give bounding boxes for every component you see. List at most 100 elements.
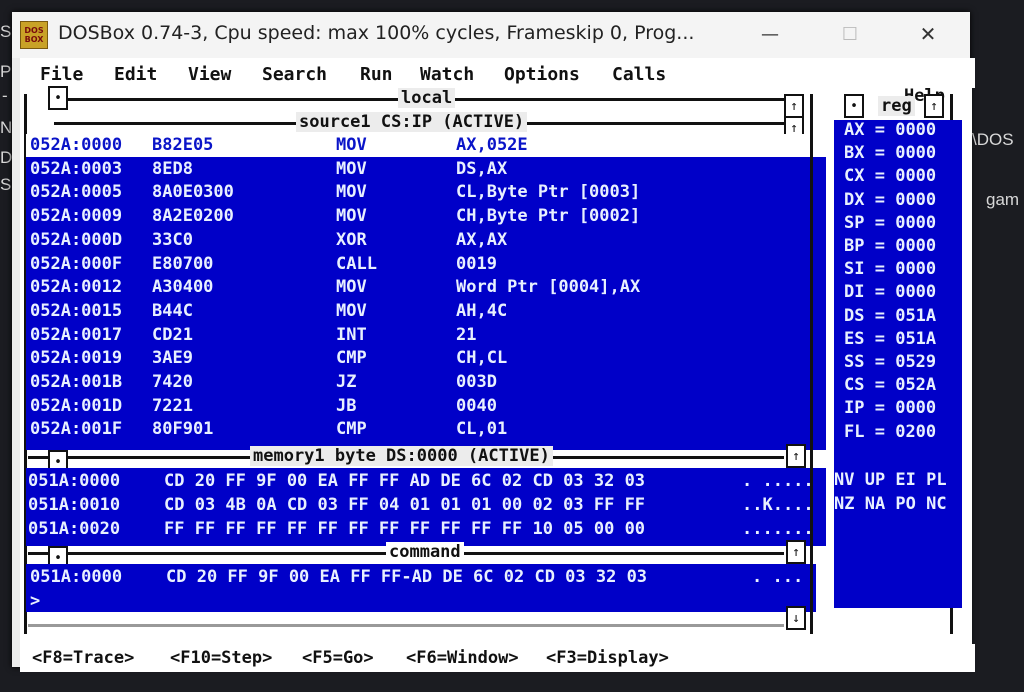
source-mn: JB	[336, 395, 357, 416]
source-mn: CMP	[336, 419, 367, 440]
close-button[interactable]: ✕	[908, 18, 948, 50]
register-name: IP	[844, 398, 865, 419]
command-scroll-down[interactable]: ↓	[786, 606, 806, 630]
source-bytes: 80F901	[152, 419, 214, 440]
source-bytes: 7420	[152, 372, 193, 392]
source-addr: 052A:0019	[30, 348, 123, 369]
fkey-display[interactable]: <F3=Display>	[546, 648, 669, 668]
source-line[interactable]: 052A:0000 B82E05 MOV AX,052E	[26, 134, 826, 157]
memory-row[interactable]: 051A:0020 FF FF FF FF FF FF FF FF FF FF F…	[26, 518, 826, 541]
source-mn: CMP	[336, 348, 367, 369]
register-di[interactable]: DI = 0000	[844, 282, 936, 302]
source-ops: Word Ptr [0004],AX	[456, 277, 641, 298]
source-mn: CALL	[336, 253, 377, 274]
source-addr: 052A:0017	[30, 324, 123, 345]
source-panel: 052A:0000 B82E05 MOV AX,052E 052A:0003 8ED8 MO…	[26, 134, 826, 450]
register-value: 0000	[895, 282, 937, 303]
maximize-button[interactable]: ☐	[830, 18, 870, 50]
memory-row[interactable]: 051A:0000 CD 20 FF 9F 00 EA FF FF AD DE 6…	[26, 470, 826, 493]
command-prompt[interactable]: >	[26, 590, 87, 613]
register-sp[interactable]: SP = 0000	[844, 213, 936, 233]
register-value: 0000	[895, 166, 937, 187]
register-fl[interactable]: FL = 0200	[844, 422, 936, 442]
command-panel[interactable]: 051A:0000 CD 20 FF 9F 00 EA FF FF-AD DE …	[26, 564, 816, 612]
register-ss[interactable]: SS = 0529	[844, 352, 936, 372]
local-scroll-up[interactable]: ↑	[784, 94, 804, 118]
source-addr: 052A:000D	[30, 229, 123, 250]
source-panel-title: source1 CS:IP (ACTIVE)	[296, 112, 528, 132]
reg-scroll-up[interactable]: ↑	[924, 94, 944, 118]
reg-scroll-handle[interactable]: •	[844, 94, 864, 118]
register-ax[interactable]: AX = 0000	[844, 120, 936, 140]
memory-row[interactable]: 051A:0010 CD 03 4B 0A CD 03 FF 04 01 01 0…	[26, 494, 826, 517]
menu-view[interactable]: View	[188, 64, 231, 85]
source-ops: 21	[456, 324, 477, 345]
memory-scroll-up[interactable]: ↑	[786, 444, 806, 468]
local-scroll-handle[interactable]: •	[48, 86, 68, 110]
function-key-bar: <F8=Trace> <F10=Step> <F5=Go> <F6=Window…	[20, 644, 975, 672]
source-mn: INT	[336, 324, 367, 345]
register-value: 0000	[895, 143, 937, 164]
register-name: SP	[844, 212, 865, 233]
source-line[interactable]: 052A:0003 8ED8 MOV DS,AX	[26, 158, 826, 181]
dosbox-app-icon: DOS BOX	[20, 21, 48, 49]
source-line[interactable]: 052A:0019 3AE9 CMP CH,CL	[26, 347, 826, 370]
source-addr: 052A:001B	[30, 372, 123, 392]
source-line[interactable]: 052A:0015 B44C MOV AH,4C	[26, 300, 826, 323]
source-line[interactable]: 052A:001D 7221 JB 0040	[26, 395, 826, 418]
register-name: DI	[844, 282, 865, 303]
menu-run[interactable]: Run	[360, 64, 393, 85]
title-bar[interactable]: DOS BOX DOSBox 0.74-3, Cpu speed: max 10…	[12, 12, 970, 58]
register-name: FL	[844, 421, 865, 442]
register-cx[interactable]: CX = 0000	[844, 166, 936, 186]
menu-search[interactable]: Search	[262, 64, 327, 85]
register-es[interactable]: ES = 051A	[844, 329, 936, 349]
source-addr: 052A:0003	[30, 158, 123, 179]
minimize-button[interactable]: —	[750, 18, 790, 50]
register-ds[interactable]: DS = 051A	[844, 306, 936, 326]
register-si[interactable]: SI = 0000	[844, 259, 936, 279]
register-value: 0000	[895, 189, 937, 210]
register-equals: =	[864, 259, 896, 280]
register-equals: =	[864, 212, 896, 233]
register-bp[interactable]: BP = 0000	[844, 236, 936, 256]
source-line[interactable]: 052A:000D 33C0 XOR AX,AX	[26, 229, 826, 252]
fkey-step[interactable]: <F10=Step>	[170, 648, 272, 668]
register-name: DS	[844, 305, 865, 326]
bg-letter: -	[2, 86, 8, 105]
source-line[interactable]: 052A:0012 A30400 MOV Word Ptr [0004],AX	[26, 276, 826, 299]
register-dx[interactable]: DX = 0000	[844, 190, 936, 210]
register-bx[interactable]: BX = 0000	[844, 143, 936, 163]
source-line[interactable]: 052A:001B 7420 JZ 003D	[26, 371, 826, 394]
source-bytes: B44C	[152, 300, 193, 321]
command-scroll-up[interactable]: ↑	[786, 540, 806, 564]
fkey-trace[interactable]: <F8=Trace>	[32, 648, 134, 668]
register-value: 0000	[895, 120, 937, 140]
register-value: 0529	[895, 352, 937, 372]
source-mn: XOR	[336, 229, 367, 250]
menu-options[interactable]: Options	[504, 64, 580, 85]
menu-edit[interactable]: Edit	[114, 64, 157, 85]
source-line[interactable]: 052A:0009 8A2E0200 MOV CH,Byte Ptr [0002]	[26, 205, 826, 228]
dos-screen: File Edit View Search Run Watch Options …	[20, 58, 975, 672]
source-bytes: 8A2E0200	[152, 206, 234, 227]
source-mn: MOV	[336, 135, 367, 155]
source-addr: 052A:0000	[30, 135, 123, 155]
source-line[interactable]: 052A:000F E80700 CALL 0019	[26, 253, 826, 276]
source-line[interactable]: 052A:0005 8A0E0300 MOV CL,Byte Ptr [0003]	[26, 181, 826, 204]
menu-file[interactable]: File	[40, 64, 83, 85]
fkey-go[interactable]: <F5=Go>	[302, 648, 374, 668]
fkey-window[interactable]: <F6=Window>	[406, 648, 519, 668]
menu-watch[interactable]: Watch	[420, 64, 474, 85]
source-line[interactable]: 052A:001F 80F901 CMP CL,01	[26, 418, 826, 441]
register-name: SS	[844, 352, 865, 372]
register-ip[interactable]: IP = 0000	[844, 398, 936, 418]
register-name: BP	[844, 236, 865, 256]
register-name: SI	[844, 259, 865, 280]
source-line[interactable]: 052A:0017 CD21 INT 21	[26, 324, 826, 347]
register-equals: =	[864, 375, 896, 396]
register-cs[interactable]: CS = 052A	[844, 375, 936, 395]
menu-calls[interactable]: Calls	[612, 64, 666, 85]
memory-addr: 051A:0010	[28, 495, 121, 515]
register-value: 051A	[895, 305, 937, 326]
